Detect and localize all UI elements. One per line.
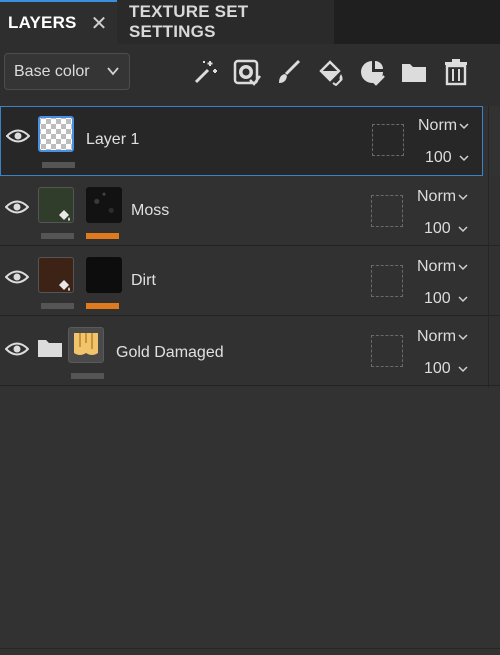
visibility-eye-icon[interactable] (5, 269, 29, 285)
blend-mode-dropdown[interactable]: Norm (417, 328, 456, 346)
close-icon[interactable]: ✕ (91, 11, 108, 36)
chevron-down-icon (107, 67, 119, 76)
layer-thumbnail[interactable] (38, 116, 74, 152)
smart-material-icon[interactable] (358, 58, 386, 86)
visibility-eye-icon[interactable] (6, 128, 30, 144)
layer-name[interactable]: Gold Damaged (116, 344, 224, 362)
mask-thumbnail[interactable] (86, 187, 122, 223)
tab-layers-label: LAYERS (8, 13, 77, 32)
chevron-down-icon[interactable] (458, 334, 468, 341)
magic-wand-icon[interactable] (191, 58, 219, 86)
trash-icon[interactable] (442, 58, 470, 86)
panel-divider (488, 106, 489, 388)
group-thumbnail[interactable] (68, 327, 104, 363)
panel-tab-bar: LAYERS ✕ TEXTURE SET SETTINGS (0, 0, 500, 44)
visibility-eye-icon[interactable] (5, 341, 29, 357)
layer-channel-bar (41, 233, 74, 239)
layer-channel-bar (41, 303, 74, 309)
chevron-down-icon[interactable] (458, 226, 468, 233)
channel-dropdown[interactable]: Base color (4, 53, 130, 90)
fill-bucket-icon[interactable] (317, 58, 345, 86)
channel-dropdown-value: Base color (14, 62, 90, 80)
fill-color-thumbnail[interactable] (38, 187, 74, 223)
opacity-value[interactable]: 100 (425, 149, 452, 167)
layer-row[interactable]: Gold Damaged Norm 100 (0, 316, 500, 386)
tab-layers[interactable]: LAYERS ✕ (0, 0, 117, 44)
gold-material-icon (74, 333, 98, 355)
chevron-down-icon[interactable] (459, 155, 469, 162)
layer-row[interactable]: Moss Norm 100 (0, 176, 500, 246)
mask-slot[interactable] (371, 195, 403, 227)
chevron-down-icon[interactable] (458, 296, 468, 303)
opacity-value[interactable]: 100 (424, 220, 451, 238)
panel-bottom-border (0, 648, 500, 649)
layer-channel-bar (71, 373, 104, 379)
chevron-down-icon[interactable] (459, 123, 469, 130)
folder-icon[interactable] (400, 58, 428, 86)
paint-brush-icon[interactable] (275, 58, 303, 86)
mask-indicator-bar (86, 233, 119, 239)
fill-bucket-icon (59, 280, 70, 291)
layer-channel-bar (42, 162, 75, 168)
layer-row[interactable]: Dirt Norm 100 (0, 246, 500, 316)
mask-thumbnail[interactable] (86, 257, 122, 293)
blend-mode-dropdown[interactable]: Norm (417, 258, 456, 276)
fill-color-thumbnail[interactable] (38, 257, 74, 293)
layer-name[interactable]: Dirt (131, 272, 156, 290)
tab-texture-set-settings[interactable]: TEXTURE SET SETTINGS (117, 0, 334, 44)
layers-toolbar: Base color (0, 44, 500, 106)
fill-bucket-icon (59, 210, 70, 221)
mask-slot[interactable] (371, 335, 403, 367)
opacity-value[interactable]: 100 (424, 290, 451, 308)
mask-slot[interactable] (372, 124, 404, 156)
blend-mode-dropdown[interactable]: Norm (417, 188, 456, 206)
folder-icon (38, 340, 62, 357)
mask-slot[interactable] (371, 265, 403, 297)
tab-texture-set-settings-label: TEXTURE SET SETTINGS (129, 2, 249, 41)
chevron-down-icon[interactable] (458, 366, 468, 373)
opacity-value[interactable]: 100 (424, 360, 451, 378)
mask-indicator-bar (86, 303, 119, 309)
layer-name[interactable]: Moss (131, 202, 169, 220)
layer-row[interactable]: Layer 1 Norm 100 (0, 106, 483, 176)
visibility-eye-icon[interactable] (5, 199, 29, 215)
chevron-down-icon[interactable] (458, 264, 468, 271)
layer-name[interactable]: Layer 1 (86, 131, 139, 149)
chevron-down-icon[interactable] (458, 194, 468, 201)
smart-mask-icon[interactable] (233, 58, 261, 86)
blend-mode-dropdown[interactable]: Norm (418, 117, 457, 135)
